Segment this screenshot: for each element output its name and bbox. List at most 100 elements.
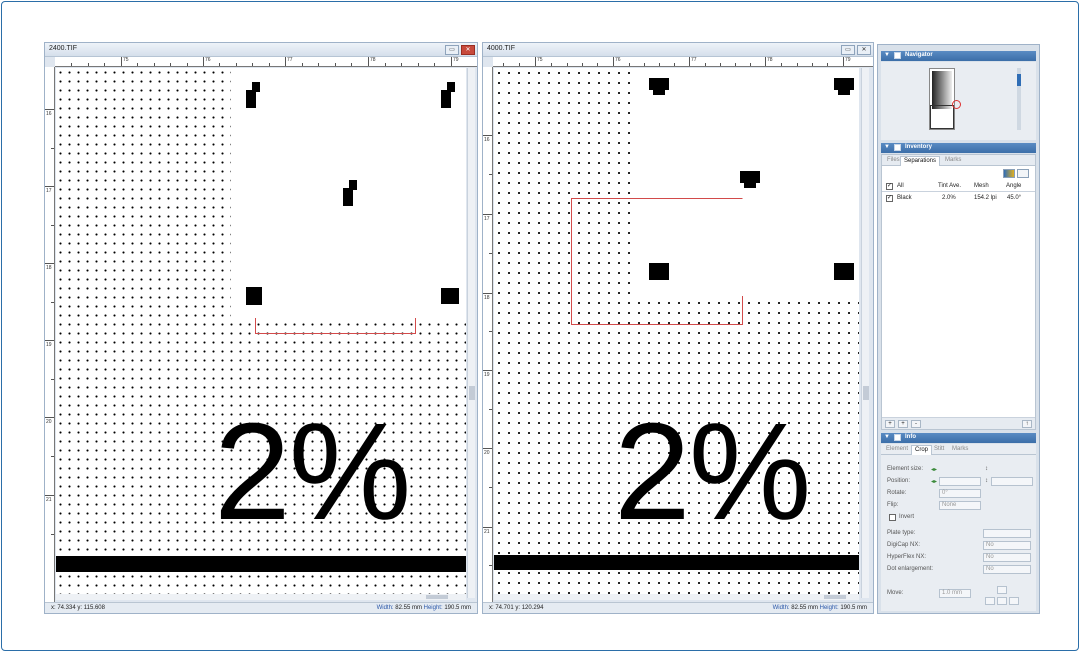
ruler-label: 17: [46, 188, 52, 194]
position-x-field[interactable]: [939, 477, 981, 486]
flip-select[interactable]: None: [939, 501, 981, 510]
tab-marks[interactable]: Marks: [949, 445, 971, 455]
ruler-label: 20: [46, 419, 52, 425]
ruler-label: 79: [845, 57, 851, 63]
image-canvas[interactable]: 2%: [56, 68, 466, 598]
collapse-arrow-icon[interactable]: ▼: [884, 144, 890, 150]
dot-cluster: [447, 82, 455, 92]
dot-cluster: [653, 89, 665, 95]
inventory-header[interactable]: ▼ Inventory: [881, 143, 1036, 153]
solid-bar: [56, 556, 466, 572]
digicap-select[interactable]: No: [983, 541, 1031, 550]
tab-separations[interactable]: Separations: [900, 156, 941, 166]
collapse-arrow-icon[interactable]: ▼: [884, 52, 890, 58]
collapse-arrow-icon[interactable]: ▼: [884, 434, 890, 440]
crop-bracket[interactable]: [571, 198, 743, 325]
solid-bar: [494, 555, 859, 570]
scroll-thumb[interactable]: [824, 595, 846, 599]
ruler-label: 77: [691, 57, 697, 63]
plate-type-select[interactable]: [983, 529, 1031, 538]
zoom-slider[interactable]: [1017, 68, 1021, 130]
lock-icon[interactable]: [1017, 169, 1029, 178]
select-all-checkbox[interactable]: ✓: [886, 183, 893, 190]
vertical-scrollbar[interactable]: [861, 68, 869, 598]
thumbnail-image: [932, 71, 952, 109]
tab-stitt[interactable]: Stitt: [931, 445, 947, 455]
add-secondary-button[interactable]: +: [898, 420, 908, 428]
navigator-icon: [894, 52, 901, 59]
hyperflex-select[interactable]: No: [983, 553, 1031, 562]
restore-button[interactable]: ▭: [841, 45, 855, 55]
col-mesh[interactable]: Mesh: [974, 183, 989, 189]
close-button[interactable]: ✕: [857, 45, 871, 55]
invert-checkbox[interactable]: [889, 514, 896, 521]
vertical-ruler: 16 17 18 19 20 21: [45, 67, 55, 602]
tab-element[interactable]: Element: [883, 445, 911, 455]
image-canvas[interactable]: 2%: [494, 68, 859, 598]
crop-bracket-top: [571, 198, 639, 199]
info-title: Info: [905, 434, 916, 440]
image-window-4000[interactable]: 4000.TIF ▭ ✕ 75 76 77 78 79 16 17 18 19 …: [482, 42, 874, 614]
ruler-label: 19: [46, 342, 52, 348]
ruler-label: 20: [484, 450, 490, 456]
ruler-label: 79: [453, 57, 459, 63]
tab-marks[interactable]: Marks: [942, 156, 964, 166]
dot-cluster: [441, 288, 459, 304]
add-button[interactable]: +: [885, 420, 895, 428]
status-bar: x: 74.334 y: 115.608 Width: 82.55 mm Hei…: [45, 602, 477, 613]
nudge-up-button[interactable]: [997, 586, 1007, 594]
close-button[interactable]: ✕: [461, 45, 475, 55]
info-panel: Element Crop Stitt Marks Element size: ◂…: [881, 444, 1036, 611]
horizontal-scrollbar[interactable]: [494, 594, 859, 600]
navigator-title: Navigator: [905, 52, 933, 58]
window-title-bar[interactable]: 4000.TIF ▭ ✕: [483, 43, 873, 57]
rotate-select[interactable]: 0°: [939, 489, 981, 498]
cursor-coordinates: x: 74.334 y: 115.608: [51, 605, 105, 611]
col-tint[interactable]: Tint Ave.: [938, 183, 961, 189]
crop-bracket[interactable]: [255, 318, 416, 334]
remove-button[interactable]: -: [911, 420, 921, 428]
scroll-thumb[interactable]: [426, 595, 448, 599]
image-window-2400[interactable]: 2400.TIF ▭ ✕ 75 76 77 78 79 16 17 18 19 …: [44, 42, 478, 614]
navigator-thumbnail[interactable]: [929, 68, 961, 130]
navigator-preview[interactable]: [881, 62, 1036, 140]
scroll-thumb[interactable]: [469, 386, 475, 400]
scroll-thumb[interactable]: [863, 386, 869, 400]
hyperflex-label: HyperFlex NX:: [887, 554, 927, 560]
vertical-scrollbar[interactable]: [467, 68, 475, 598]
move-up-button[interactable]: ↑: [1022, 420, 1032, 428]
image-dimensions: Width: 82.55 mm Height: 190.5 mm: [772, 605, 867, 611]
info-icon: [894, 434, 901, 441]
navigator-header[interactable]: ▼ Navigator: [881, 51, 1036, 61]
height-arrows-icon: ↕: [985, 466, 988, 472]
percentage-label: 2%: [214, 395, 411, 549]
window-title-bar[interactable]: 2400.TIF ▭ ✕: [45, 43, 477, 57]
vertical-ruler: 16 17 18 19 20 21: [483, 67, 493, 602]
tab-crop[interactable]: Crop: [911, 445, 933, 455]
rotate-label: Rotate:: [887, 490, 907, 496]
nudge-right-button[interactable]: [1009, 597, 1019, 605]
dot-cluster: [349, 180, 357, 190]
plate-type-label: Plate type:: [887, 530, 916, 536]
ruler-label: 76: [205, 57, 211, 63]
zoom-slider-knob[interactable]: [1017, 74, 1021, 86]
table-row[interactable]: ✓ Black 2.0% 154.2 lpi 45.0°: [882, 193, 1035, 204]
separation-mesh: 154.2 lpi: [974, 195, 997, 201]
status-bar: x: 74.701 y: 120.294 Width: 82.55 mm Hei…: [483, 602, 873, 613]
view-rectangle[interactable]: [930, 105, 954, 129]
restore-button[interactable]: ▭: [445, 45, 459, 55]
info-header[interactable]: ▼ Info: [881, 433, 1036, 443]
dot-cluster: [246, 287, 262, 305]
row-checkbox[interactable]: ✓: [886, 195, 893, 202]
dot-enlargement-label: Dot enlargement:: [887, 566, 934, 572]
move-step-field[interactable]: 1.0 mm: [939, 589, 971, 598]
nudge-down-button[interactable]: [997, 597, 1007, 605]
col-angle[interactable]: Angle: [1006, 183, 1021, 189]
nudge-left-button[interactable]: [985, 597, 995, 605]
color-swatch-icon[interactable]: [1003, 169, 1015, 178]
ruler-label: 75: [123, 57, 129, 63]
position-y-field[interactable]: [991, 477, 1033, 486]
horizontal-scrollbar[interactable]: [56, 594, 466, 600]
dot-enlargement-select[interactable]: No: [983, 565, 1031, 574]
y-arrows-icon: ↕: [985, 478, 988, 484]
